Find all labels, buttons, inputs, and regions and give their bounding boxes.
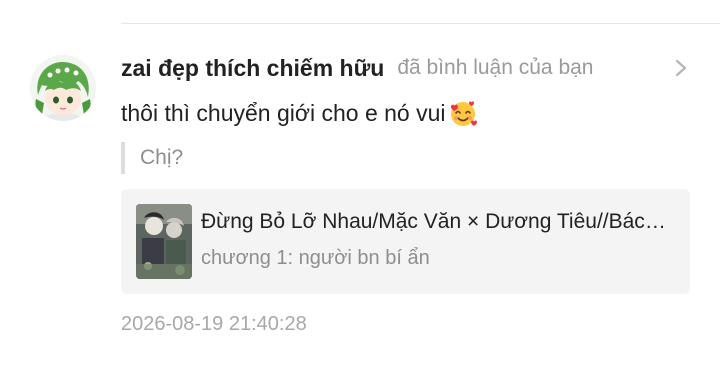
comment-text: thôi thì chuyển giới cho e nó vui xyxy=(121,99,446,126)
timestamp: 2026-08-19 21:40:28 xyxy=(121,313,307,335)
notification-header[interactable]: zai đẹp thích chiếm hữu đã bình luận của… xyxy=(121,52,691,84)
avatar-image xyxy=(30,55,96,121)
chapter-title: chương 1: người bn bí ẩn xyxy=(201,247,430,269)
chevron-right-icon[interactable] xyxy=(671,55,691,81)
story-card[interactable]: Đừng Bỏ Lỡ Nhau/Mặc Văn × Dương Tiêu//Bá… xyxy=(121,189,690,294)
story-title: Đừng Bỏ Lỡ Nhau/Mặc Văn × Dương Tiêu//Bá… xyxy=(201,210,676,233)
quoted-comment: Chị? xyxy=(121,142,183,174)
avatar[interactable] xyxy=(30,55,96,121)
smiling-face-with-hearts-icon xyxy=(448,98,478,128)
quoted-text: Chị? xyxy=(140,146,184,169)
comment-text-row: thôi thì chuyển giới cho e nó vui xyxy=(121,98,478,128)
action-text: đã bình luận của bạn xyxy=(397,56,594,79)
username[interactable]: zai đẹp thích chiếm hữu xyxy=(121,55,384,82)
story-cover-thumbnail xyxy=(136,204,192,279)
top-divider xyxy=(121,23,720,24)
